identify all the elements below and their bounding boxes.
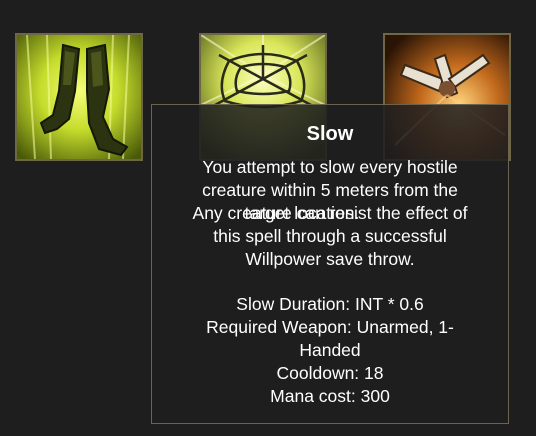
skill-slot-legs[interactable] xyxy=(15,33,143,161)
skill-tooltip: Slow You attempt to slow every hostile c… xyxy=(151,104,509,424)
tooltip-title: Slow xyxy=(306,123,354,145)
description-line: creature within 5 meters from the xyxy=(202,180,458,200)
stat-required-weapon: Required Weapon: Unarmed, 1- xyxy=(206,317,454,337)
stat-mana-cost: Mana cost: 300 xyxy=(270,386,390,406)
description-line: Willpower save throw. xyxy=(245,249,415,269)
description-line: this spell through a successful xyxy=(213,226,447,246)
stat-required-weapon-cont: Handed xyxy=(299,340,361,360)
description-line: Any creature can resist the effect of xyxy=(192,203,468,223)
legs-skill-icon xyxy=(17,35,141,159)
description-line: You attempt to slow every hostile xyxy=(202,157,458,177)
stat-duration: Slow Duration: INT * 0.6 xyxy=(236,294,424,314)
stat-cooldown: Cooldown: 18 xyxy=(276,363,384,383)
